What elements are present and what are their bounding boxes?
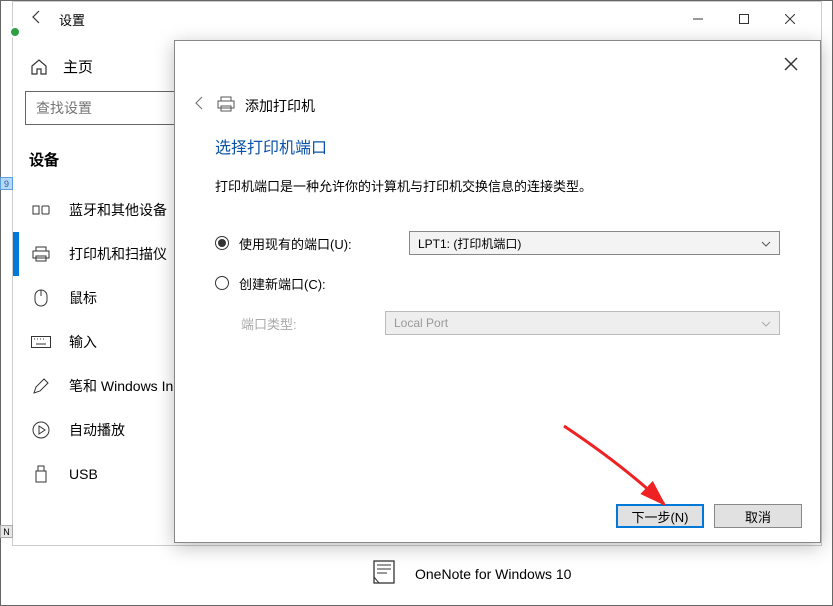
option-create-new-port[interactable]: 创建新端口(C): xyxy=(215,263,780,303)
printer-list-item[interactable]: OneNote for Windows 10 xyxy=(371,559,571,588)
dialog-breadcrumb: 添加打印机 xyxy=(175,89,820,134)
next-button[interactable]: 下一步(N) xyxy=(616,504,704,528)
add-printer-dialog: 添加打印机 选择打印机端口 打印机端口是一种允许你的计算机与打印机交换信息的连接… xyxy=(174,40,821,543)
edge-marker: N xyxy=(0,525,13,538)
sidebar-item-label: 打印机和扫描仪 xyxy=(69,244,167,264)
sidebar-item-label: 自动播放 xyxy=(69,420,125,440)
port-select[interactable]: LPT1: (打印机端口) xyxy=(409,231,780,255)
home-icon xyxy=(29,58,49,76)
radio-selected-icon xyxy=(215,236,229,250)
option-use-existing-port[interactable]: 使用现有的端口(U): LPT1: (打印机端口) xyxy=(215,223,780,263)
pen-icon xyxy=(31,377,51,395)
keyboard-icon xyxy=(31,336,51,348)
port-type-row: 端口类型: Local Port xyxy=(215,303,780,343)
sidebar-item-label: 鼠标 xyxy=(69,288,97,308)
dialog-header xyxy=(175,41,820,89)
printer-icon xyxy=(217,96,235,115)
maximize-button[interactable] xyxy=(721,3,767,35)
radio-unselected-icon xyxy=(215,276,229,290)
sidebar-item-label: USB xyxy=(69,466,98,482)
chevron-down-icon xyxy=(761,236,771,250)
autoplay-icon xyxy=(31,421,51,439)
breadcrumb-title: 添加打印机 xyxy=(245,96,315,116)
dialog-close-button[interactable] xyxy=(774,49,808,82)
port-type-label: 端口类型: xyxy=(241,314,385,333)
dialog-title: 选择打印机端口 xyxy=(215,134,780,158)
back-arrow-icon[interactable] xyxy=(191,95,207,116)
home-label: 主页 xyxy=(63,56,93,77)
port-select-value: LPT1: (打印机端口) xyxy=(418,235,521,252)
port-type-value: Local Port xyxy=(394,316,448,330)
back-button[interactable] xyxy=(21,9,53,30)
window-title: 设置 xyxy=(59,10,85,29)
titlebar: 设置 xyxy=(13,2,821,36)
close-button[interactable] xyxy=(767,3,813,35)
chevron-down-icon xyxy=(761,316,771,330)
sidebar-item-label: 输入 xyxy=(69,332,97,352)
cancel-button[interactable]: 取消 xyxy=(714,504,802,528)
port-type-select: Local Port xyxy=(385,311,780,335)
minimize-button[interactable] xyxy=(675,3,721,35)
sidebar-item-label: 蓝牙和其他设备 xyxy=(69,200,167,220)
option-label: 创建新端口(C): xyxy=(239,274,409,293)
printer-item-icon xyxy=(371,559,397,588)
edge-marker: 9 xyxy=(0,177,13,190)
printer-item-label: OneNote for Windows 10 xyxy=(415,566,571,582)
status-badge xyxy=(9,26,21,38)
bluetooth-icon xyxy=(31,203,51,217)
printer-icon xyxy=(31,246,51,262)
mouse-icon xyxy=(31,289,51,307)
option-label: 使用现有的端口(U): xyxy=(239,234,409,253)
usb-icon xyxy=(31,465,51,483)
dialog-description: 打印机端口是一种允许你的计算机与打印机交换信息的连接类型。 xyxy=(215,176,780,195)
sidebar-item-label: 笔和 Windows Ink xyxy=(69,376,180,396)
